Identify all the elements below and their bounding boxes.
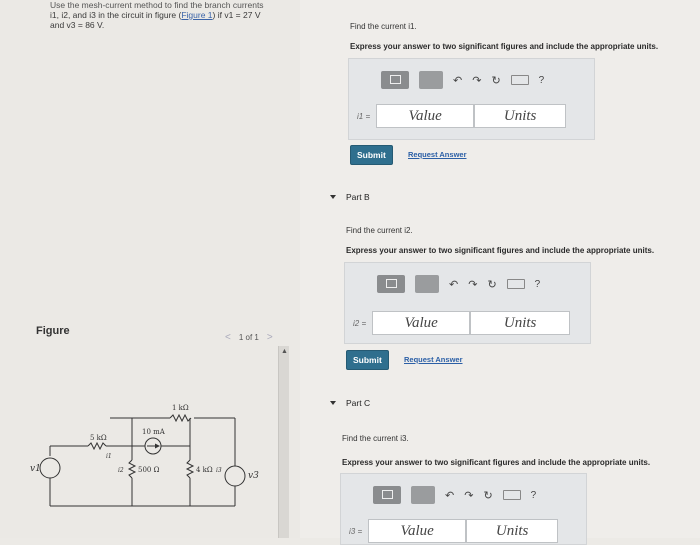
help-icon[interactable]: ? <box>531 490 537 501</box>
part-b-title: Part B <box>346 192 370 202</box>
circuit-diagram: 1 kΩ 5 kΩ 10 mA 500 Ω 4 kΩ v1 v3 i1 i2 i… <box>30 404 259 507</box>
label-i2: i2 <box>118 467 124 474</box>
keyboard-icon[interactable] <box>506 279 525 289</box>
label-1k: 1 kΩ <box>172 404 189 412</box>
redo-icon[interactable]: ↷ <box>468 278 477 291</box>
part-a-prompt: Find the current i1. <box>350 22 417 31</box>
label-4k: 4 kΩ <box>196 466 213 474</box>
part-b-submit-button[interactable]: Submit <box>346 350 389 370</box>
units-template-icon[interactable] <box>415 275 439 293</box>
figure-label: Figure <box>36 325 70 337</box>
template-icon[interactable] <box>381 71 409 89</box>
part-b-variable: i2 = <box>353 318 367 328</box>
undo-icon[interactable]: ↶ <box>449 278 458 291</box>
redo-icon[interactable]: ↷ <box>464 489 473 502</box>
part-b-answer-panel: ↶ ↷ ↻ ? i2 = Value Units <box>344 262 591 344</box>
part-a-instruction: Express your answer to two significant f… <box>350 42 659 51</box>
part-a-units-input[interactable]: Units <box>474 104 567 128</box>
scroll-up-icon[interactable]: ▲ <box>281 348 288 355</box>
problem-line-3: and v3 = 86 V. <box>50 20 105 30</box>
next-figure-button[interactable]: > <box>267 332 273 343</box>
help-icon[interactable]: ? <box>535 279 541 290</box>
answer-pane: Find the current i1. Express your answer… <box>300 0 700 545</box>
problem-line-2: i1, i2, and i3 in the circuit in figure … <box>50 10 261 20</box>
part-c-header[interactable]: Part C <box>330 398 370 408</box>
part-c-instruction: Express your answer to two significant f… <box>342 458 651 467</box>
problem-line-1: Use the mesh-current method to find the … <box>50 0 264 10</box>
reset-icon[interactable]: ↻ <box>491 74 500 87</box>
prev-figure-button[interactable]: < <box>225 332 231 343</box>
part-c-units-input[interactable]: Units <box>466 519 559 543</box>
part-b-value-input[interactable]: Value <box>372 311 471 335</box>
template-icon[interactable] <box>373 486 401 504</box>
figure-page-count: 1 of 1 <box>238 333 259 342</box>
part-c-toolbar: ↶ ↷ ↻ ? <box>373 486 536 504</box>
part-c-answer-panel: ↶ ↷ ↻ ? i3 = Value Units <box>340 473 587 545</box>
template-icon[interactable] <box>377 275 405 293</box>
part-b-toolbar: ↶ ↷ ↻ ? <box>377 275 540 293</box>
part-a-input-row: i1 = Value Units <box>357 104 567 128</box>
keyboard-icon[interactable] <box>510 75 529 85</box>
part-c-variable: i3 = <box>349 526 363 536</box>
collapse-icon[interactable] <box>330 195 336 199</box>
part-b-header[interactable]: Part B <box>330 192 370 202</box>
part-a-submit-button[interactable]: Submit <box>350 145 393 165</box>
part-b-input-row: i2 = Value Units <box>353 311 571 335</box>
redo-icon[interactable]: ↷ <box>472 74 481 87</box>
part-b-instruction: Express your answer to two significant f… <box>346 246 655 255</box>
figure-pager: < 1 of 1 > <box>225 332 273 343</box>
figure-link[interactable]: Figure 1 <box>181 10 212 20</box>
part-c-value-input[interactable]: Value <box>368 519 467 543</box>
label-v1: v1 <box>30 464 41 474</box>
part-a-variable: i1 = <box>357 111 371 121</box>
part-b-units-input[interactable]: Units <box>470 311 571 335</box>
undo-icon[interactable]: ↶ <box>453 74 462 87</box>
figure-scrollbar[interactable]: ▲ <box>278 346 289 538</box>
label-i3: i3 <box>216 467 222 474</box>
part-c-title: Part C <box>346 398 371 408</box>
keyboard-icon[interactable] <box>502 490 521 500</box>
part-b-prompt: Find the current i2. <box>346 226 413 235</box>
part-c-prompt: Find the current i3. <box>342 434 409 443</box>
help-icon[interactable]: ? <box>539 75 545 86</box>
units-template-icon[interactable] <box>419 71 443 89</box>
label-5k: 5 kΩ <box>90 434 107 442</box>
label-10ma: 10 mA <box>142 428 166 436</box>
reset-icon[interactable]: ↻ <box>487 278 496 291</box>
part-a-answer-panel: ↶ ↷ ↻ ? i1 = Value Units <box>348 58 595 140</box>
part-b-request-answer-link[interactable]: Request Answer <box>404 355 463 364</box>
label-i1: i1 <box>106 453 112 460</box>
problem-statement: Use the mesh-current method to find the … <box>50 0 295 30</box>
label-500: 500 Ω <box>138 466 160 474</box>
problem-pane: Use the mesh-current method to find the … <box>0 0 300 538</box>
units-template-icon[interactable] <box>411 486 435 504</box>
part-a-toolbar: ↶ ↷ ↻ ? <box>381 71 544 89</box>
reset-icon[interactable]: ↻ <box>483 489 492 502</box>
part-c-input-row: i3 = Value Units <box>349 519 559 543</box>
undo-icon[interactable]: ↶ <box>445 489 454 502</box>
collapse-icon[interactable] <box>330 401 336 405</box>
label-v3: v3 <box>248 471 259 481</box>
part-a-value-input[interactable]: Value <box>376 104 475 128</box>
part-a-request-answer-link[interactable]: Request Answer <box>408 150 467 159</box>
